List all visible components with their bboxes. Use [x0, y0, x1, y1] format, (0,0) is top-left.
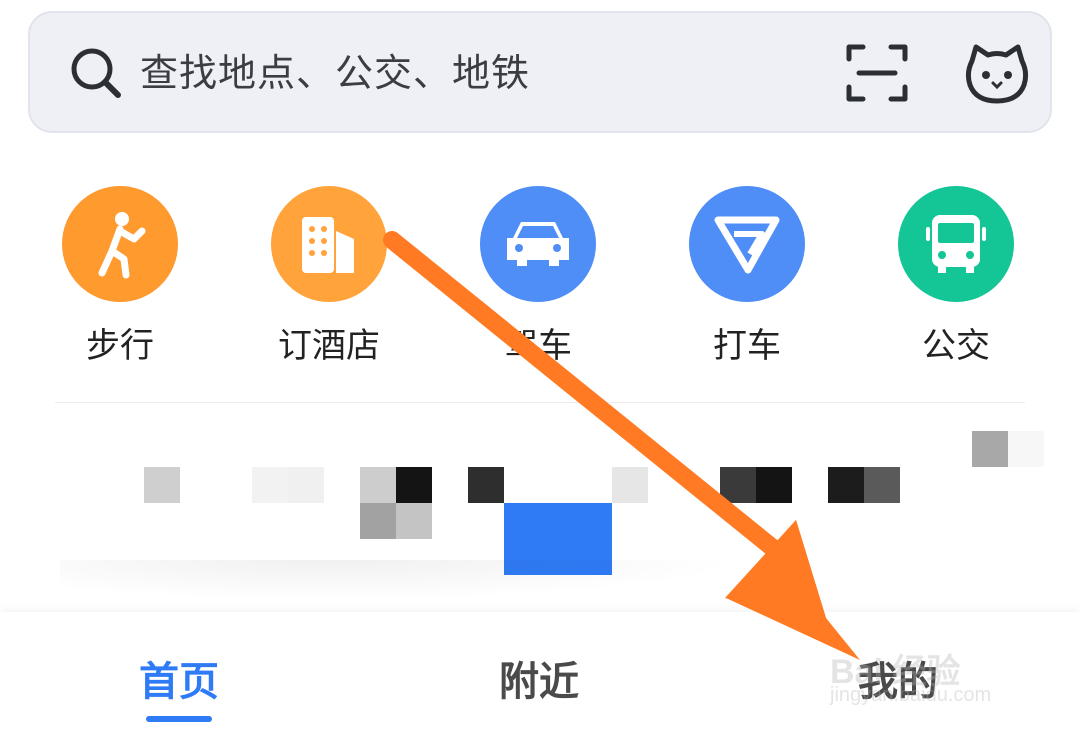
shortcut-label: 驾车: [504, 326, 572, 366]
watermark-subtext: jingyan.baidu.com: [830, 684, 992, 706]
tab-nearby[interactable]: 附近: [499, 658, 579, 706]
baidu-jingyan-watermark: Bai 经验 jingyan.baidu.com: [830, 612, 1030, 717]
shortcut-taxi[interactable]: 打车: [667, 186, 827, 366]
car-icon: [480, 186, 596, 302]
bus-icon: [898, 186, 1014, 302]
shortcut-hotel[interactable]: 订酒店: [249, 186, 409, 366]
walking-person-icon: [62, 186, 178, 302]
search-bar[interactable]: 查找地点、公交、地铁: [28, 11, 1052, 133]
shortcut-label: 订酒店: [278, 326, 380, 366]
hotel-building-icon: [271, 186, 387, 302]
shortcut-bus[interactable]: 公交: [876, 186, 1036, 366]
taxi-logo-icon: [689, 186, 805, 302]
shortcut-label: 打车: [713, 326, 781, 366]
active-tab-indicator: [146, 716, 212, 722]
mascot-icon[interactable]: [962, 39, 1032, 109]
tab-home[interactable]: 首页: [139, 658, 219, 706]
search-icon: [71, 48, 121, 98]
shortcut-label: 步行: [86, 326, 154, 366]
divider: [55, 402, 1025, 403]
shortcut-drive[interactable]: 驾车: [458, 186, 618, 366]
scan-icon[interactable]: [845, 41, 909, 105]
search-input[interactable]: 查找地点、公交、地铁: [140, 45, 530, 101]
shortcut-walk[interactable]: 步行: [40, 186, 200, 366]
shortcut-label: 公交: [922, 326, 990, 366]
